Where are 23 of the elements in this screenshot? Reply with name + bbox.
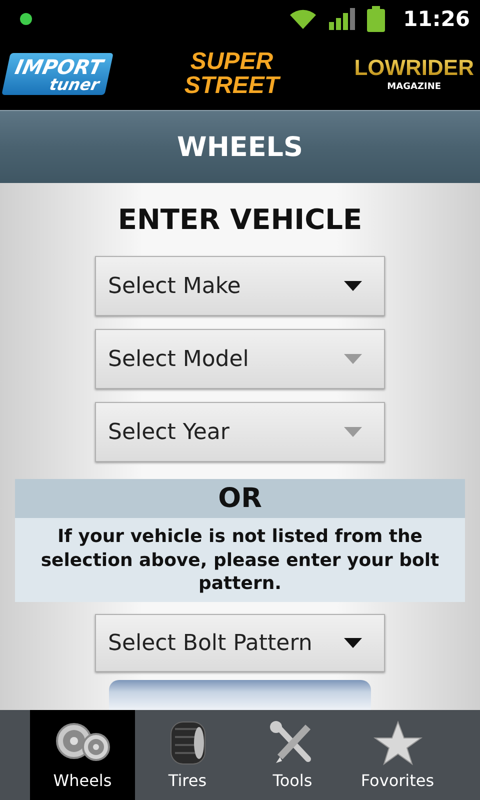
note-text: If your vehicle is not listed from the selection above, please enter your bolt pattern.: [40, 525, 440, 596]
tab[interactable]: Fovorites: [345, 710, 450, 800]
tab[interactable]: Tools: [240, 710, 345, 800]
clock-time: 11:26: [403, 7, 470, 31]
dropdown[interactable]: Select Make: [95, 256, 385, 316]
magazine-logo: LOWRIDER MAGAZINE: [354, 56, 474, 92]
tools-icon: [270, 721, 310, 763]
battery-icon: [367, 6, 386, 32]
magazine-logo: SUPER STREET: [184, 50, 280, 98]
tab[interactable]: Wheels: [30, 710, 135, 800]
submit-button[interactable]: [109, 680, 371, 710]
star-icon: [372, 720, 422, 766]
tab[interactable]: Tires: [135, 710, 240, 800]
tire-icon: [170, 722, 205, 764]
or-label: OR: [218, 483, 262, 514]
magazine-logo: IMPORT tuner: [2, 53, 114, 95]
wheels-icon: [56, 723, 110, 761]
notification-dot: [20, 13, 32, 25]
wifi-icon: [289, 8, 318, 30]
section-heading: ENTER VEHICLE: [118, 203, 362, 236]
signal-icon: [329, 8, 356, 30]
page-title: WHEELS: [177, 132, 303, 162]
dropdown[interactable]: Select Bolt Pattern: [95, 614, 385, 672]
